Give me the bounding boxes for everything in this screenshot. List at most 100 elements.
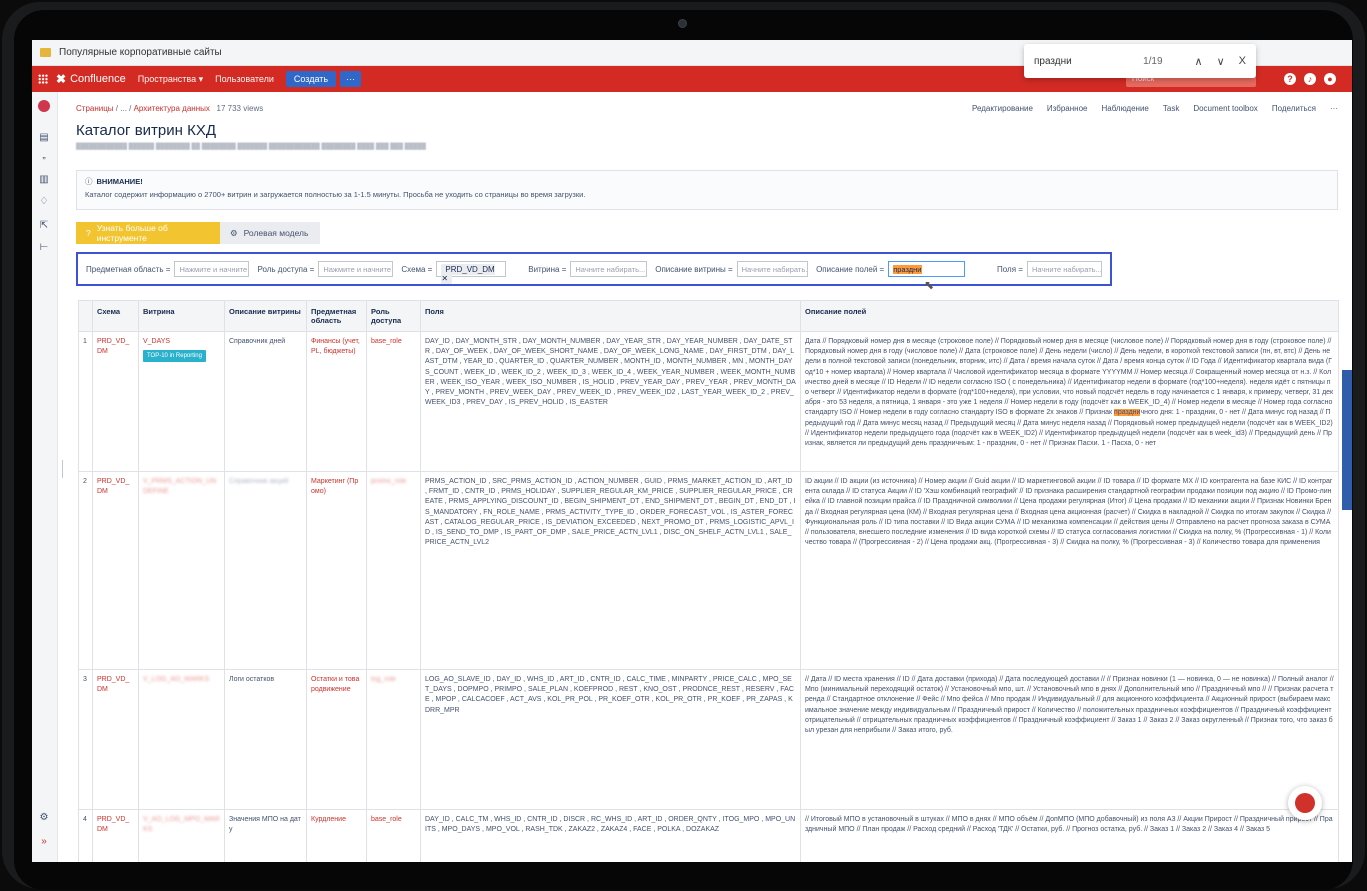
col-header-role[interactable]: Роль доступа xyxy=(366,300,421,332)
edit-button[interactable]: Редактирование xyxy=(972,104,1033,113)
col-header-fields[interactable]: Поля xyxy=(420,300,801,332)
fields-cell: LOG_AO_SLAVE_ID , DAY_ID , WHS_ID , ART_… xyxy=(420,669,801,810)
fields-desc-cell: // Итоговый МПО в установочный в штуках … xyxy=(800,809,1339,862)
space-avatar-icon[interactable] xyxy=(38,100,50,112)
create-button[interactable]: Создать xyxy=(285,71,337,87)
vitrina-table: Схема Витрина Описание витрины Предметна… xyxy=(78,300,1339,862)
nav-people[interactable]: Пользователи xyxy=(215,74,274,84)
favourite-button[interactable]: Избранное xyxy=(1047,104,1088,113)
fields-desc-cell: // Дата // ID места хранения // ID // Да… xyxy=(800,669,1339,810)
role-cell: base_role xyxy=(366,809,421,862)
share-button[interactable]: Поделиться xyxy=(1272,104,1316,113)
search-highlight: праздни xyxy=(1114,409,1141,417)
desc-cell: Логи остатков xyxy=(224,669,307,810)
col-header-num[interactable] xyxy=(78,300,93,332)
fields-desc-text: Дата // Порядковый номер дня в месяце (с… xyxy=(805,338,1334,417)
vitrina-cell: V_PRMS_ACTION_UNDEFINE xyxy=(138,471,225,670)
vitrina-filter-label: Витрина = xyxy=(528,264,567,274)
feedback-side-tab[interactable] xyxy=(1342,370,1352,510)
vitrina-filter-input[interactable]: Начните набирать... xyxy=(570,261,648,277)
gear-icon: ⚙ xyxy=(230,227,238,238)
col-header-desc[interactable]: Описание витрины xyxy=(224,300,307,332)
breadcrumb-item[interactable]: / ... / xyxy=(116,104,132,113)
area-cell: Остатки и товародвижение xyxy=(306,669,367,810)
schema-filter-input[interactable]: PRD_VD_DM ✕ xyxy=(436,261,507,284)
schema-chip-label: PRD_VD_DM xyxy=(445,265,495,274)
help-fab-button[interactable] xyxy=(1288,786,1322,820)
help-icon[interactable]: ? xyxy=(1284,73,1296,85)
export-icon[interactable]: ⇱ xyxy=(38,220,50,232)
filter-bar: Предметная область = Нажмите и начните н… xyxy=(76,252,1112,286)
question-icon: ? xyxy=(86,228,91,238)
breadcrumb-item[interactable]: Страницы xyxy=(76,104,114,113)
role-filter-input[interactable]: Нажмите и начните н xyxy=(318,261,394,277)
vitrina-desc-filter-label: Описание витрины = xyxy=(655,264,733,274)
more-button[interactable]: ··· xyxy=(340,71,362,87)
vitrina-link[interactable]: V_DAYS xyxy=(143,338,170,345)
page-byline: ████████████ ██████ ████████ ██ ████████… xyxy=(76,144,426,150)
quote-icon[interactable]: ” xyxy=(38,156,50,168)
notifications-icon[interactable]: ♪ xyxy=(1304,73,1316,85)
col-header-fields-desc[interactable]: Описание полей xyxy=(800,300,1339,332)
fields-cell: DAY_ID , DAY_MONTH_STR , DAY_MONTH_NUMBE… xyxy=(420,331,801,472)
info-icon: ⓘ xyxy=(85,177,93,186)
area-cell: Маркетинг (Промо) xyxy=(306,471,367,670)
sidebar-resize-handle[interactable] xyxy=(62,460,63,478)
task-button[interactable]: Task xyxy=(1163,104,1179,113)
fields-desc-filter-label: Описание полей = xyxy=(816,264,885,274)
col-header-area[interactable]: Предметная область xyxy=(306,300,367,332)
confluence-logo-icon: ✖ xyxy=(56,72,67,86)
top10-badge[interactable]: TOP-10 in Reporting xyxy=(143,350,206,363)
subject-filter-input[interactable]: Нажмите и начните н xyxy=(174,261,250,277)
expand-icon[interactable]: » xyxy=(38,836,50,848)
breadcrumb-item[interactable]: Архитектура данных xyxy=(134,104,210,113)
find-input[interactable]: праздни xyxy=(1034,56,1143,67)
vitrina-desc-filter-input[interactable]: Начните набирать... xyxy=(736,261,809,277)
schema-cell: PRD_VD_DM xyxy=(92,669,139,810)
left-sidebar: ▤ ” ▥ ♢ ⇱ ⊢ ⚙ » xyxy=(32,92,58,862)
help-fab-icon xyxy=(1295,793,1315,813)
vitrina-link[interactable]: V_LOG_AO_MARKS xyxy=(143,676,209,683)
col-header-vitrina[interactable]: Витрина xyxy=(138,300,225,332)
role-cell: base_role xyxy=(366,331,421,472)
nav-spaces[interactable]: Пространства ▾ xyxy=(138,74,203,85)
row-number: 4 xyxy=(78,809,93,862)
tree-icon[interactable]: ⊢ xyxy=(38,242,50,254)
document-toolbox-button[interactable]: Document toolbox xyxy=(1193,104,1257,113)
bulb-icon[interactable]: ♢ xyxy=(38,196,50,208)
find-prev-button[interactable]: ∧ xyxy=(1195,55,1203,68)
tab-role-model[interactable]: ⚙ Ролевая модель xyxy=(220,222,320,244)
mouse-cursor-icon: ⬉ xyxy=(924,278,935,292)
brand-name[interactable]: Confluence xyxy=(70,73,126,85)
area-cell: Курдление xyxy=(306,809,367,862)
app-switcher-icon[interactable] xyxy=(38,74,48,84)
schema-filter-label: Схема = xyxy=(401,264,433,274)
tab-learn-more-label: Узнать больше об инструменте xyxy=(96,223,168,243)
fields-desc-cell: ID акции // ID акции (из источника) // Н… xyxy=(800,471,1339,670)
bookmark-link[interactable]: Популярные корпоративные сайты xyxy=(59,47,222,58)
settings-icon[interactable]: ⚙ xyxy=(38,812,50,824)
chip-remove-icon[interactable]: ✕ xyxy=(441,274,448,283)
vitrina-cell: V_DAYS TOP-10 in Reporting xyxy=(138,331,225,472)
find-bar: праздни 1/19 ∧ ∨ X xyxy=(1024,44,1256,78)
avatar[interactable]: ● xyxy=(1324,73,1336,85)
views-count: 17 733 views xyxy=(216,104,264,113)
desc-cell: Значения МПО на дату xyxy=(224,809,307,862)
fields-desc-value: праздни xyxy=(893,265,922,274)
blog-icon[interactable]: ▥ xyxy=(38,174,50,186)
find-close-button[interactable]: X xyxy=(1239,55,1246,67)
col-header-schema[interactable]: Схема xyxy=(92,300,139,332)
fields-desc-filter-input[interactable]: праздни xyxy=(888,261,966,277)
find-next-button[interactable]: ∨ xyxy=(1217,55,1225,68)
pages-icon[interactable]: ▤ xyxy=(38,132,50,144)
tab-learn-more[interactable]: ? Узнать больше об инструменте xyxy=(76,222,220,244)
page-actions: Редактирование Избранное Наблюдение Task… xyxy=(972,104,1338,113)
role-filter-label: Роль доступа = xyxy=(257,264,315,274)
vitrina-link[interactable]: V_AO_LOG_MPO_MARKS xyxy=(143,816,220,833)
watch-button[interactable]: Наблюдение xyxy=(1101,104,1148,113)
fields-filter-input[interactable]: Начните набирать... xyxy=(1026,261,1102,277)
role-cell: log_role xyxy=(366,669,421,810)
vitrina-link[interactable]: V_PRMS_ACTION_UNDEFINE xyxy=(143,478,216,495)
warning-title: ВНИМАНИЕ! xyxy=(96,177,143,186)
more-actions-button[interactable]: ··· xyxy=(1330,104,1338,113)
